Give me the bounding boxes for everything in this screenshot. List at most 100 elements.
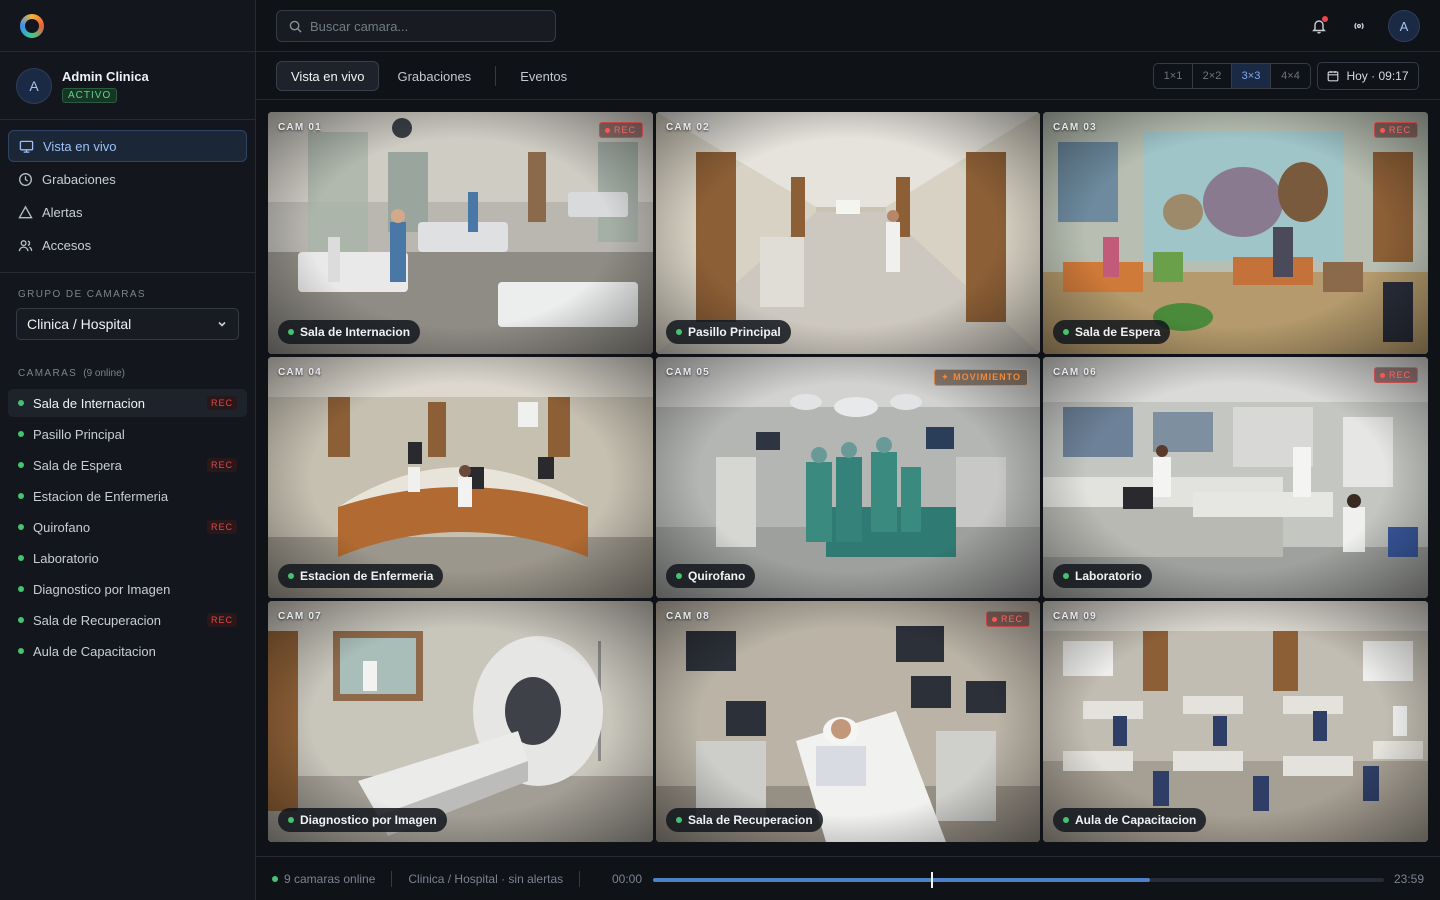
rec-badge: REC bbox=[1373, 122, 1418, 138]
tab-recordings[interactable]: Grabaciones bbox=[383, 61, 485, 91]
camera-tile-9[interactable]: CAM 09 Aula de Capacitacion bbox=[1043, 601, 1428, 842]
camera-list-item[interactable]: Diagnostico por Imagen bbox=[8, 575, 247, 603]
camera-list-item[interactable]: Laboratorio bbox=[8, 544, 247, 572]
online-status: 9 camaras online bbox=[272, 872, 375, 886]
camera-feed bbox=[268, 601, 653, 842]
cameras-section-header: CAMARAS (9 online) bbox=[0, 368, 255, 379]
camera-label: Pasillo Principal bbox=[666, 320, 791, 344]
grid-option-3x3[interactable]: 3×3 bbox=[1232, 64, 1271, 88]
online-dot bbox=[18, 431, 24, 437]
nav-item-recordings[interactable]: Grabaciones bbox=[8, 163, 247, 195]
rec-badge: REC bbox=[1373, 367, 1418, 383]
nav-item-access[interactable]: Accesos bbox=[8, 229, 247, 261]
motion-badge: ✦ MOVIMIENTO bbox=[934, 369, 1028, 386]
online-dot bbox=[18, 462, 24, 468]
camera-group-label: GRUPO DE CAMARAS bbox=[18, 289, 146, 300]
camera-list: Sala de Internacion REC Pasillo Principal… bbox=[0, 379, 255, 665]
search-box[interactable] bbox=[276, 10, 556, 42]
nav-item-label: Accesos bbox=[42, 237, 92, 253]
timeline-playhead[interactable] bbox=[931, 872, 934, 888]
grid-option-4x4[interactable]: 4×4 bbox=[1271, 64, 1310, 88]
online-dot bbox=[18, 555, 24, 561]
camera-list-item[interactable]: Sala de Espera REC bbox=[8, 451, 247, 479]
nav-item-live[interactable]: Vista en vivo bbox=[8, 130, 247, 162]
notifications-button[interactable] bbox=[1308, 15, 1330, 37]
camera-grid: CAM 01 REC Sala de Internacion CAM 02 Pa… bbox=[268, 112, 1428, 844]
camera-tile-5[interactable]: CAM 05 ✦ MOVIMIENTO Quirofano bbox=[656, 357, 1040, 598]
app-logo[interactable] bbox=[20, 13, 44, 38]
search-icon bbox=[289, 20, 302, 33]
online-dot bbox=[18, 493, 24, 499]
logo-row bbox=[0, 0, 255, 52]
camera-tile-3[interactable]: CAM 03 REC Sala de Espera bbox=[1043, 112, 1428, 354]
avatar[interactable]: A bbox=[16, 67, 52, 104]
camera-tile-4[interactable]: CAM 04 Estacion de Enfermeria bbox=[268, 357, 653, 598]
main-nav: Vista en vivo Grabaciones Alertas Acceso… bbox=[0, 120, 255, 273]
camera-label: Laboratorio bbox=[1053, 564, 1152, 588]
online-count: 9 camaras online bbox=[284, 871, 376, 886]
camera-tile-7[interactable]: CAM 07 Diagnostico por Imagen bbox=[268, 601, 653, 842]
camera-name: Diagnostico por Imagen bbox=[33, 581, 171, 597]
tab-events[interactable]: Eventos bbox=[506, 61, 581, 91]
camera-name: Pasillo Principal bbox=[33, 426, 125, 442]
tab-live[interactable]: Vista en vivo bbox=[276, 61, 380, 91]
camera-id: CAM 02 bbox=[666, 122, 710, 133]
search-input[interactable] bbox=[310, 18, 540, 34]
camera-tile-1[interactable]: CAM 01 REC Sala de Internacion bbox=[268, 112, 653, 354]
camera-name: Estacion de Enfermeria bbox=[33, 488, 169, 504]
camera-name: Sala de Espera bbox=[33, 457, 122, 473]
timeline-end: 23:59 bbox=[1394, 872, 1425, 886]
group-summary: Clinica / Hospital · sin alertas bbox=[408, 871, 564, 886]
camera-id: CAM 04 bbox=[278, 367, 322, 378]
camera-list-item[interactable]: Pasillo Principal bbox=[8, 420, 247, 448]
alert-triangle-icon bbox=[18, 205, 33, 218]
divider bbox=[579, 870, 581, 887]
camera-name: Quirofano bbox=[33, 519, 91, 535]
grid-option-1x1[interactable]: 1×1 bbox=[1154, 64, 1193, 88]
rec-tag: REC bbox=[206, 396, 237, 410]
camera-list-item[interactable]: Estacion de Enfermeria bbox=[8, 482, 247, 510]
camera-label: Quirofano bbox=[666, 564, 756, 588]
timeline-buffer bbox=[653, 878, 1151, 882]
tab-divider bbox=[495, 66, 497, 86]
camera-tile-2[interactable]: CAM 02 Pasillo Principal bbox=[656, 112, 1040, 354]
timeline-scrubber[interactable] bbox=[653, 872, 1384, 888]
view-toolbar: Vista en vivo Grabaciones Eventos 1×1 2×… bbox=[256, 52, 1440, 100]
date-picker-button[interactable]: Hoy · 09:17 bbox=[1317, 62, 1419, 90]
status-badge: ACTIVO bbox=[62, 87, 118, 103]
online-dot bbox=[18, 617, 24, 623]
cameras-count: (9 online) bbox=[83, 368, 125, 379]
camera-feed bbox=[656, 112, 1040, 354]
camera-list-item[interactable]: Quirofano REC bbox=[8, 513, 247, 541]
camera-list-item[interactable]: Sala de Recuperacion REC bbox=[8, 606, 247, 634]
rec-badge: REC bbox=[598, 122, 643, 138]
camera-tile-8[interactable]: CAM 08 REC Sala de Recuperacion bbox=[656, 601, 1040, 842]
user-info: Admin Clinica ACTIVO bbox=[62, 69, 149, 103]
camera-list-item[interactable]: Sala de Internacion REC bbox=[8, 389, 247, 417]
motion-badge-label: MOVIMIENTO bbox=[953, 372, 1021, 382]
broadcast-button[interactable] bbox=[1348, 15, 1370, 37]
camera-id: CAM 07 bbox=[278, 611, 322, 622]
grid-option-2x2[interactable]: 2×2 bbox=[1193, 64, 1232, 88]
nav-item-alerts[interactable]: Alertas bbox=[8, 196, 247, 228]
camera-group-value: Clinica / Hospital bbox=[27, 316, 132, 332]
camera-tile-6[interactable]: CAM 06 REC Laboratorio bbox=[1043, 357, 1428, 598]
broadcast-icon bbox=[1354, 22, 1364, 30]
camera-feed bbox=[1043, 601, 1428, 842]
camera-name: Laboratorio bbox=[33, 550, 99, 566]
camera-feed bbox=[1043, 112, 1428, 354]
online-dot bbox=[18, 524, 24, 530]
nav-item-label: Vista en vivo bbox=[43, 138, 117, 154]
camera-feed bbox=[656, 357, 1040, 598]
online-dot bbox=[18, 648, 24, 654]
camera-feed bbox=[1043, 357, 1428, 598]
camera-label: Estacion de Enfermeria bbox=[278, 564, 444, 588]
camera-label: Sala de Espera bbox=[1053, 320, 1171, 344]
user-profile[interactable]: A Admin Clinica ACTIVO bbox=[0, 52, 255, 120]
camera-id: CAM 06 bbox=[1053, 367, 1097, 378]
user-avatar[interactable]: A bbox=[1388, 10, 1420, 42]
divider bbox=[391, 870, 393, 887]
camera-group-select[interactable]: Clinica / Hospital bbox=[16, 308, 239, 340]
camera-list-item[interactable]: Aula de Capacitacion bbox=[8, 637, 247, 665]
user-name: Admin Clinica bbox=[62, 68, 149, 84]
